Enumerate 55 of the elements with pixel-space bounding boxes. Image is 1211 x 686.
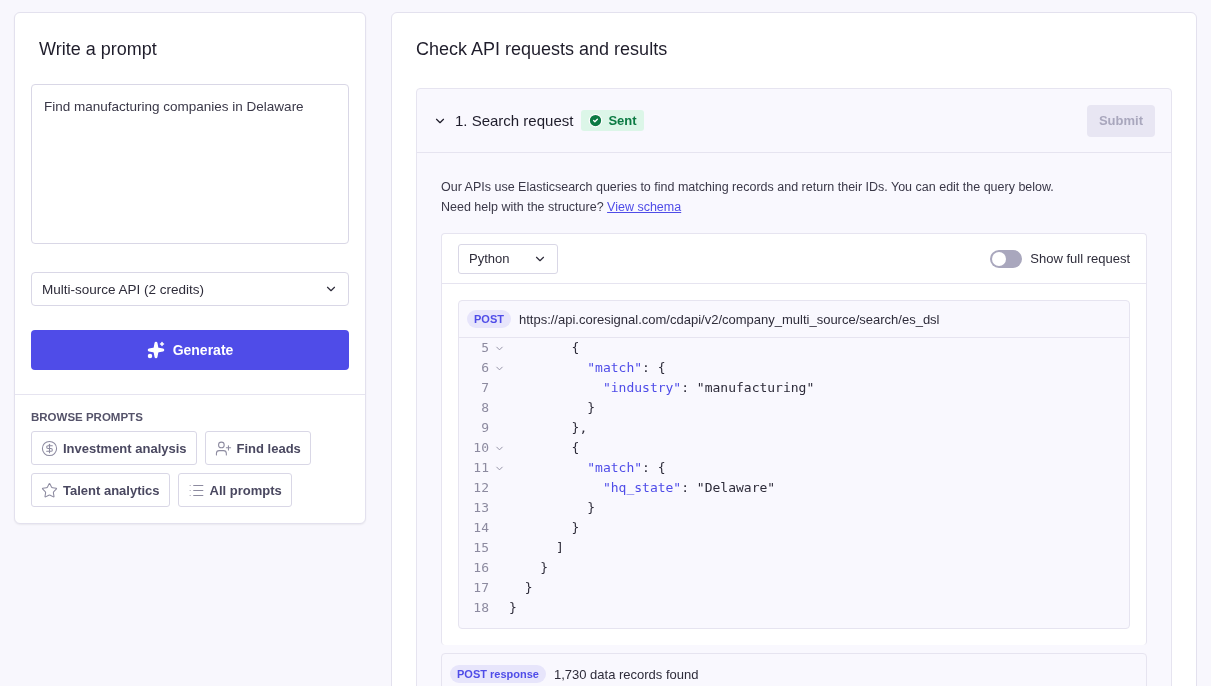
line-number: 15 [472, 539, 489, 557]
full-request-toggle[interactable] [990, 249, 1023, 268]
status-badge: Sent [581, 110, 644, 131]
section-toggle[interactable]: 1. Search request [433, 112, 574, 129]
line-number: 7 [480, 379, 489, 397]
prompt-input[interactable]: Find manufacturing companies in Delaware [31, 84, 349, 244]
line-number: 12 [472, 479, 489, 497]
sparkles-icon [146, 341, 165, 359]
section-heading: BROWSE PROMPTS [31, 411, 144, 423]
star-icon [41, 481, 58, 499]
line-number: 17 [472, 579, 489, 597]
code-line: "match": { [586, 359, 666, 377]
code-line: } [539, 559, 549, 577]
code-line: } [570, 519, 580, 537]
line-number: 9 [480, 419, 489, 437]
panel-title: Write a prompt [39, 39, 158, 60]
api-select[interactable]: Multi-source API (2 credits) [31, 272, 349, 306]
view-schema-link[interactable]: View schema [607, 200, 682, 214]
prompt-chip[interactable]: Find leads [204, 431, 311, 465]
code-line: } [586, 499, 596, 517]
line-number: 18 [472, 599, 489, 617]
code-line: { [570, 339, 580, 357]
line-number: 6 [480, 359, 489, 377]
description-text: Our APIs use Elasticsearch queries to find matching records and return their IDs. You can edit the query below. Need help with the structure? View schema [441, 179, 1055, 216]
code-line: } [586, 399, 596, 417]
code-line: ] [554, 539, 564, 557]
request-url: https://api.coresignal.com/cdapi/v2/company_multi_source/search/es_dsl [518, 311, 940, 327]
code-line: "industry": "manufacturing" [601, 379, 815, 397]
code-line: { [570, 439, 580, 457]
line-number: 11 [472, 459, 489, 477]
line-number: 13 [472, 499, 489, 517]
line-number: 16 [472, 559, 489, 577]
prompt-chip[interactable]: Investment analysis [31, 431, 197, 465]
code-line: "match": { [586, 459, 666, 477]
dollar-icon [41, 439, 58, 457]
line-number: 5 [480, 339, 489, 357]
response-badge: POST response [450, 665, 546, 683]
code-editor[interactable] [458, 300, 1130, 629]
panel-title: Check API requests and results [416, 39, 669, 60]
check-circle-icon [588, 113, 604, 128]
code-line: "hq_state": "Delaware" [601, 479, 776, 497]
line-number: 10 [472, 439, 489, 457]
language-select[interactable]: Python [458, 243, 558, 274]
code-line: }, [570, 419, 588, 437]
method-badge: POST [467, 310, 511, 328]
code-line: } [523, 579, 533, 597]
prompt-chip[interactable]: All prompts [177, 473, 292, 507]
toggle-label: Show full request [1030, 251, 1130, 266]
response-text: 1,730 data records found [553, 666, 699, 682]
prompt-chip[interactable]: Talent analytics [31, 473, 170, 507]
line-number: 8 [480, 399, 489, 417]
line-number: 14 [472, 519, 489, 537]
add-person-icon [214, 439, 232, 457]
generate-button[interactable]: Generate [31, 330, 349, 370]
code-line: } [509, 599, 517, 617]
